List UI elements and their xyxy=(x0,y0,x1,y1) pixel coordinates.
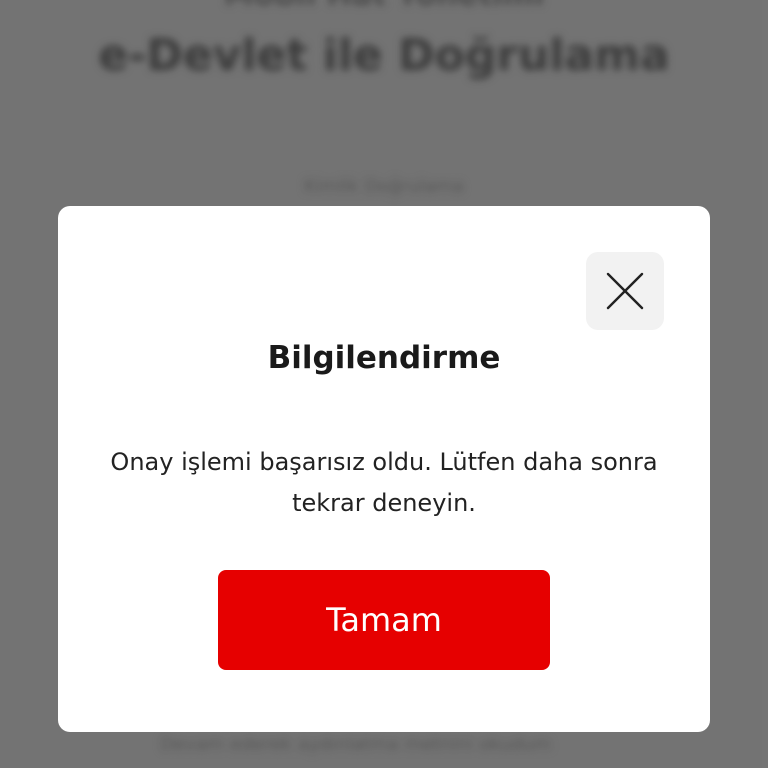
ok-button[interactable]: Tamam xyxy=(218,570,550,670)
dialog-message: Onay işlemi başarısız oldu. Lütfen daha … xyxy=(110,448,658,517)
info-dialog: Bilgilendirme Onay işlemi başarısız oldu… xyxy=(58,206,710,732)
close-icon xyxy=(606,272,644,310)
dialog-title: Bilgilendirme xyxy=(267,340,501,376)
close-button[interactable] xyxy=(586,252,664,330)
